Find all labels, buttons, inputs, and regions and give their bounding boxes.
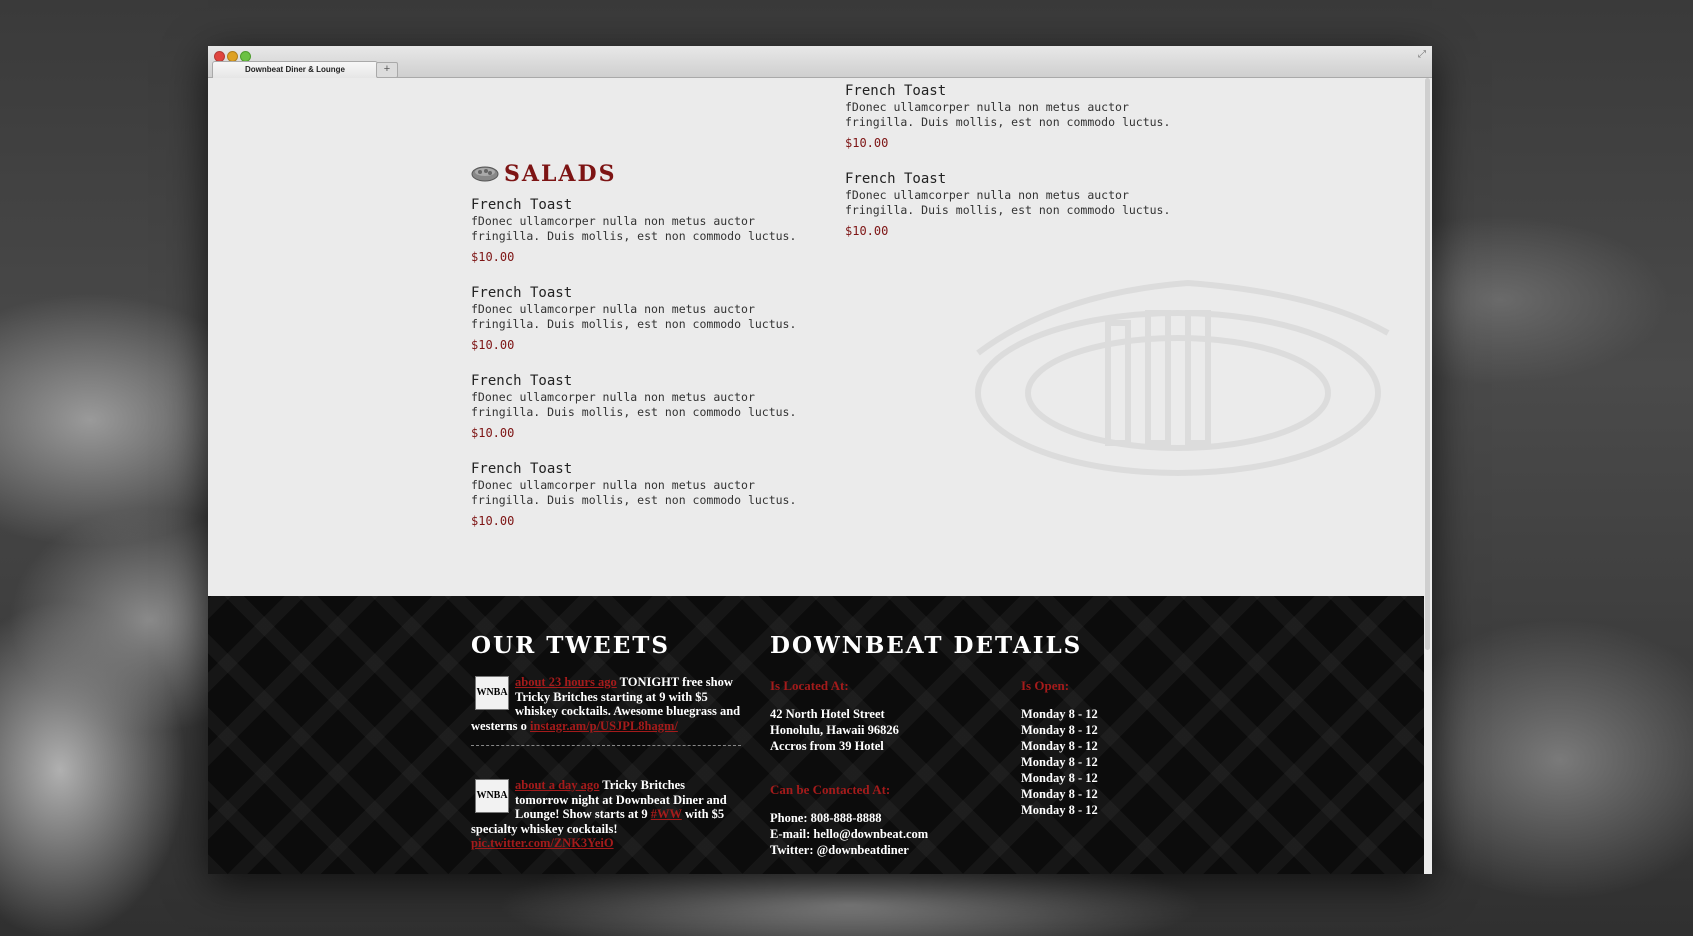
menu-item: French Toast fDonec ullamcorper nulla no…	[845, 170, 1195, 239]
salad-bowl-icon	[471, 166, 499, 182]
tweet-timestamp-link[interactable]: about a day ago	[515, 778, 599, 792]
tweet: WNBA about 23 hours ago TONIGHT free sho…	[471, 675, 741, 746]
item-description: fDonec ullamcorper nulla non metus aucto…	[471, 390, 797, 419]
hours-block: Monday 8 - 12 Monday 8 - 12 Monday 8 - 1…	[1021, 706, 1098, 818]
menu-column-right: French Toast fDonec ullamcorper nulla no…	[845, 82, 1195, 258]
tweet-avatar[interactable]: WNBA	[475, 676, 509, 710]
item-description: fDonec ullamcorper nulla non metus aucto…	[471, 478, 797, 507]
contact-label: Can be Contacted At:	[770, 782, 891, 797]
new-tab-button[interactable]: +	[376, 62, 398, 78]
details-heading: DOWNBEAT DETAILS	[770, 632, 1083, 659]
menu-item: French Toast fDonec ullamcorper nulla no…	[471, 372, 821, 441]
item-name: French Toast	[845, 171, 947, 187]
tweet-link[interactable]: pic.twitter.com/ZNK3YeiO	[471, 836, 614, 850]
item-description: fDonec ullamcorper nulla non metus aucto…	[845, 100, 1171, 129]
fullscreen-icon[interactable]: ⤢	[1418, 49, 1426, 60]
tweet-link[interactable]: instagr.am/p/USJPL8hagm/	[530, 719, 678, 733]
hours-line: Monday 8 - 12	[1021, 803, 1098, 817]
open-label: Is Open:	[1021, 678, 1070, 693]
trumpet-watermark-icon	[975, 279, 1390, 476]
browser-window: Downbeat Diner & Lounge + ⤢ SALADS Frenc…	[208, 46, 1432, 874]
contact-phone[interactable]: Phone: 808-888-8888	[770, 810, 928, 826]
vertical-scrollbar[interactable]	[1424, 78, 1432, 874]
tweet-timestamp-link[interactable]: about 23 hours ago	[515, 675, 617, 689]
item-price: $10.00	[471, 426, 515, 440]
item-price: $10.00	[471, 338, 515, 352]
address-block: 42 North Hotel Street Honolulu, Hawaii 9…	[770, 706, 899, 754]
located-label: Is Located At:	[770, 678, 849, 693]
item-description: fDonec ullamcorper nulla non metus aucto…	[471, 302, 797, 331]
tweets-heading: OUR TWEETS	[471, 632, 670, 659]
scrollbar-thumb[interactable]	[1425, 78, 1430, 650]
menu-column-left: SALADS French Toast fDonec ullamcorper n…	[471, 160, 821, 548]
menu-section: SALADS French Toast fDonec ullamcorper n…	[208, 78, 1424, 596]
tweet: WNBA about a day ago Tricky Britches tom…	[471, 778, 741, 851]
hours-line: Monday 8 - 12	[1021, 771, 1098, 785]
item-description: fDonec ullamcorper nulla non metus aucto…	[471, 214, 797, 243]
item-name: French Toast	[471, 461, 573, 477]
item-description: fDonec ullamcorper nulla non metus aucto…	[845, 188, 1171, 217]
section-title: SALADS	[504, 161, 617, 187]
hours-line: Monday 8 - 12	[1021, 755, 1098, 769]
contact-block: Phone: 808-888-8888 E-mail: hello@downbe…	[770, 810, 928, 858]
item-name: French Toast	[471, 197, 573, 213]
hours-line: Monday 8 - 12	[1021, 787, 1098, 801]
section-header: SALADS	[471, 160, 821, 188]
menu-item: French Toast fDonec ullamcorper nulla no…	[471, 460, 821, 529]
contact-twitter[interactable]: Twitter: @downbeatdiner	[770, 842, 928, 858]
tweet-hashtag-link[interactable]: #WW	[651, 807, 682, 821]
item-price: $10.00	[471, 250, 515, 264]
hours-line: Monday 8 - 12	[1021, 723, 1098, 737]
item-name: French Toast	[471, 373, 573, 389]
item-price: $10.00	[471, 514, 515, 528]
page-content: SALADS French Toast fDonec ullamcorper n…	[208, 78, 1424, 874]
address-line: 42 North Hotel Street	[770, 707, 885, 721]
window-titlebar: Downbeat Diner & Lounge + ⤢	[208, 46, 1432, 78]
item-price: $10.00	[845, 224, 889, 238]
contact-email[interactable]: E-mail: hello@downbeat.com	[770, 826, 928, 842]
address-line: Accros from 39 Hotel	[770, 739, 884, 753]
menu-item: French Toast fDonec ullamcorper nulla no…	[471, 284, 821, 353]
browser-tab-active[interactable]: Downbeat Diner & Lounge	[212, 61, 378, 78]
tweet-avatar[interactable]: WNBA	[475, 779, 509, 813]
menu-item: French Toast fDonec ullamcorper nulla no…	[845, 82, 1195, 151]
menu-item: French Toast fDonec ullamcorper nulla no…	[471, 196, 821, 265]
hours-line: Monday 8 - 12	[1021, 707, 1098, 721]
address-line: Honolulu, Hawaii 96826	[770, 723, 899, 737]
footer: OUR TWEETS WNBA about 23 hours ago TONIG…	[208, 596, 1424, 874]
hours-line: Monday 8 - 12	[1021, 739, 1098, 753]
item-name: French Toast	[471, 285, 573, 301]
item-price: $10.00	[845, 136, 889, 150]
item-name: French Toast	[845, 83, 947, 99]
